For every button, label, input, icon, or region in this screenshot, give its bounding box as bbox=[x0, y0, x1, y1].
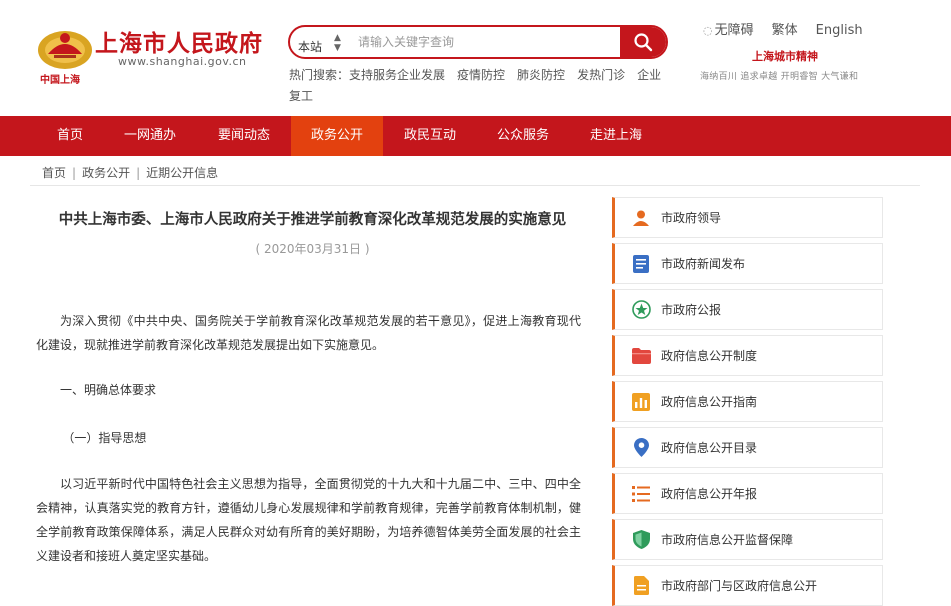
article-paragraph: 为深入贯彻《中共中央、国务院关于学前教育深化改革规范发展的若干意见》，促进上海教… bbox=[36, 314, 581, 352]
chart-icon bbox=[631, 392, 651, 412]
hot-search-term[interactable]: 支持服务企业发展 bbox=[349, 68, 445, 82]
breadcrumb-current[interactable]: 近期公开信息 bbox=[146, 166, 218, 180]
sidebar-item-label: 政府信息公开目录 bbox=[661, 441, 758, 455]
sidebar-item-label: 政府信息公开制度 bbox=[661, 349, 758, 363]
search-icon bbox=[634, 33, 653, 52]
hot-search-term[interactable]: 发热门诊 bbox=[577, 68, 625, 82]
article-subheading: （一）指导思想 bbox=[62, 431, 147, 445]
sidebar-item-label: 市政府信息公开监督保障 bbox=[661, 533, 794, 547]
hot-search: 热门搜索：支持服务企业发展 疫情防控 肺炎防控 发热门诊 企业复工 bbox=[289, 65, 664, 107]
article-date: ( 2020年03月31日 ) bbox=[255, 242, 370, 256]
sidebar-item-label: 市政府领导 bbox=[661, 211, 722, 225]
nav-about-shanghai[interactable]: 走进上海 bbox=[579, 116, 653, 156]
nav-news[interactable]: 要闻动态 bbox=[207, 116, 281, 156]
sidebar-item-disclosure-system[interactable]: 政府信息公开制度 bbox=[612, 335, 883, 376]
english-link[interactable]: English bbox=[816, 23, 863, 38]
shanghai-emblem-logo[interactable] bbox=[36, 26, 94, 70]
traditional-chinese-link[interactable]: 繁体 bbox=[772, 23, 798, 38]
nav-one-stop[interactable]: 一网通办 bbox=[115, 116, 185, 156]
bulletin-icon bbox=[631, 300, 651, 320]
article-title: 中共上海市委、上海市人民政府关于推进学前教育深化改革规范发展的实施意见 bbox=[58, 212, 567, 228]
sidebar-item-annual-report[interactable]: 政府信息公开年报 bbox=[612, 473, 883, 514]
nav-public-service[interactable]: 公众服务 bbox=[486, 116, 560, 156]
folder-icon bbox=[631, 346, 651, 366]
sidebar-item-disclosure-guide[interactable]: 政府信息公开指南 bbox=[612, 381, 883, 422]
breadcrumb-separator: | bbox=[136, 166, 141, 180]
shield-icon bbox=[631, 530, 651, 550]
nav-interaction[interactable]: 政民互动 bbox=[393, 116, 467, 156]
article-paragraph: 以习近平新时代中国特色社会主义思想为指导，全面贯彻党的十九大和十九届二中、三中、… bbox=[36, 477, 581, 563]
main-nav: 首页 一网通办 要闻动态 政务公开 政民互动 公众服务 走进上海 bbox=[0, 116, 951, 156]
breadcrumb-gov-affairs[interactable]: 政务公开 bbox=[82, 166, 130, 180]
site-title[interactable]: 上海市人民政府 bbox=[95, 24, 263, 58]
sort-arrows-icon: ▲ ▼ bbox=[334, 33, 341, 53]
hot-search-label: 热门搜索： bbox=[289, 68, 350, 82]
sidebar-item-supervision[interactable]: 市政府信息公开监督保障 bbox=[612, 519, 883, 560]
site-url: www.shanghai.gov.cn bbox=[118, 55, 247, 68]
article-heading: 一、明确总体要求 bbox=[60, 383, 157, 397]
nav-gov-affairs[interactable]: 政务公开 bbox=[291, 116, 383, 156]
document-icon bbox=[631, 576, 651, 596]
sidebar-item-news-release[interactable]: 市政府新闻发布 bbox=[612, 243, 883, 284]
location-icon bbox=[631, 438, 651, 458]
sidebar-item-leaders[interactable]: 市政府领导 bbox=[612, 197, 883, 238]
breadcrumb-separator: | bbox=[72, 166, 77, 180]
search-input[interactable] bbox=[358, 30, 608, 54]
site-header: 中国上海 上海市人民政府 www.shanghai.gov.cn 本站 ▲▼ 热门… bbox=[0, 0, 951, 116]
search-box: 本站 ▲ ▼ bbox=[288, 25, 668, 59]
hot-search-term[interactable]: 疫情防控 bbox=[457, 68, 505, 82]
list-icon bbox=[631, 484, 651, 504]
hot-search-term[interactable]: 肺炎防控 bbox=[517, 68, 565, 82]
sidebar-item-label: 市政府部门与区政府信息公开 bbox=[661, 579, 818, 593]
sidebar-item-label: 市政府公报 bbox=[661, 303, 722, 317]
sidebar-item-label: 政府信息公开指南 bbox=[661, 395, 758, 409]
accessibility-link[interactable]: ◌ 无障碍 bbox=[703, 23, 754, 38]
accessibility-label: 无障碍 bbox=[714, 23, 754, 38]
sidebar-item-label: 政府信息公开年报 bbox=[661, 487, 758, 501]
search-scope-select[interactable]: 本站 ▲ ▼ bbox=[298, 33, 341, 55]
sidebar-item-label: 市政府新闻发布 bbox=[661, 257, 746, 271]
search-button[interactable] bbox=[620, 27, 666, 57]
leader-icon bbox=[631, 208, 651, 228]
city-spirit-title: 上海城市精神 bbox=[752, 50, 818, 63]
logo-subtitle: 中国上海 bbox=[40, 75, 80, 86]
news-icon bbox=[631, 254, 651, 274]
city-spirit-text: 海纳百川 追求卓越 开明睿智 大气谦和 bbox=[700, 72, 859, 82]
breadcrumb: 首页 | 政务公开 | 近期公开信息 bbox=[42, 164, 218, 181]
sidebar-item-gazette[interactable]: 市政府公报 bbox=[612, 289, 883, 330]
accessibility-icon: ◌ bbox=[703, 24, 713, 37]
nav-home[interactable]: 首页 bbox=[38, 116, 102, 156]
sidebar-item-disclosure-catalog[interactable]: 政府信息公开目录 bbox=[612, 427, 883, 468]
breadcrumb-home[interactable]: 首页 bbox=[42, 166, 66, 180]
search-scope-label: 本站 bbox=[298, 40, 323, 54]
top-links: ◌ 无障碍 繁体 English bbox=[703, 19, 881, 38]
divider bbox=[30, 185, 920, 186]
